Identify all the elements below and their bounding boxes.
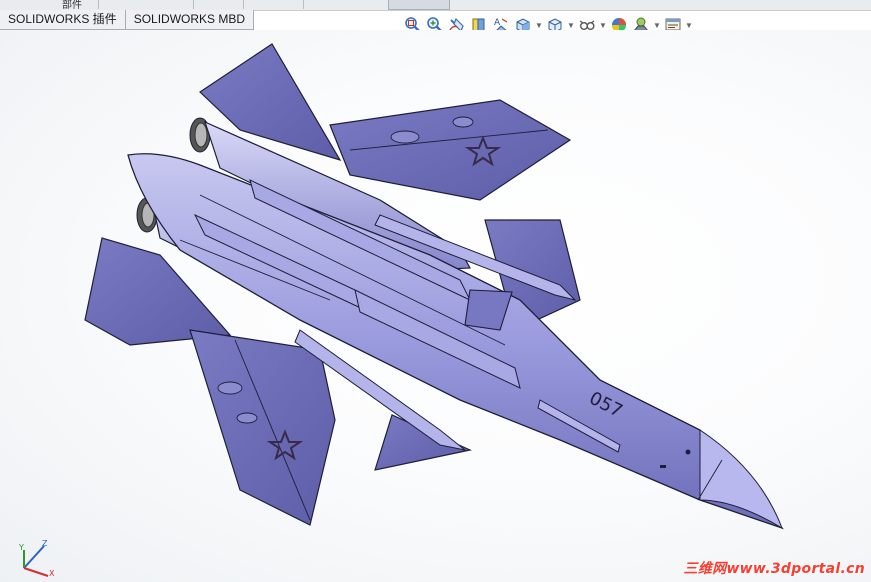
- triad-x-label: X: [49, 569, 55, 578]
- document-tab[interactable]: [98, 0, 194, 9]
- document-tab[interactable]: [243, 0, 304, 9]
- document-tab-active[interactable]: [388, 0, 450, 10]
- tab-solidworks-mbd[interactable]: SOLIDWORKS MBD: [124, 10, 255, 30]
- triad-y-label: Y: [18, 543, 24, 552]
- triad-z-label: Z: [42, 539, 48, 548]
- command-manager-tabs: SOLIDWORKS 插件 SOLIDWORKS MBD: [0, 10, 255, 30]
- reference-triad: Z Y X: [18, 539, 55, 578]
- graphics-area[interactable]: 057 Z Y X 三维网www.3dportal.cn: [0, 30, 871, 582]
- document-tab[interactable]: [193, 0, 244, 9]
- tab-solidworks-addins[interactable]: SOLIDWORKS 插件: [0, 10, 126, 30]
- watermark: 三维网www.3dportal.cn: [683, 561, 865, 577]
- fighter-jet-model[interactable]: 057: [0, 30, 871, 582]
